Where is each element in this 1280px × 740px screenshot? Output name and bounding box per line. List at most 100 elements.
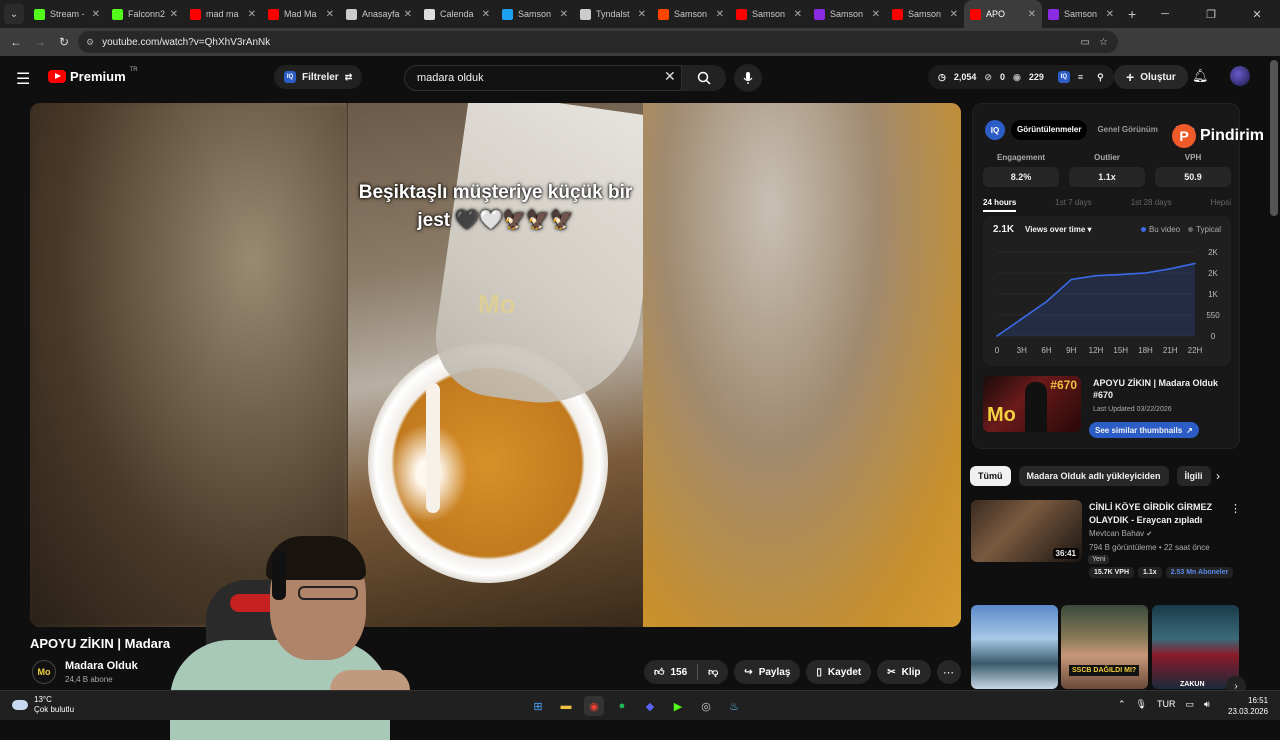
tab-close-icon[interactable]: ✕	[950, 9, 958, 20]
browser-tab-strip: ⌄ Stream - ✕ Falconn2 ✕ mad ma ✕ Mad Ma ✕ Anasay…	[0, 0, 1280, 28]
recommended-thumbnail[interactable]: 36:41	[971, 500, 1082, 562]
search-button[interactable]	[682, 65, 726, 91]
filters-button[interactable]: IQ Filtreler ⇄	[274, 65, 363, 89]
browser-tab[interactable]: Falconn2 ✕	[106, 0, 184, 28]
browser-tab[interactable]: Mad Ma ✕	[262, 0, 340, 28]
volume-icon[interactable]: 🔊︎	[1204, 699, 1210, 710]
spotify-icon[interactable]: ●	[612, 696, 632, 716]
like-icon[interactable]: 👍︎	[654, 666, 664, 678]
back-icon[interactable]: ←	[4, 35, 28, 49]
recommended-more-icon[interactable]: ⋮	[1230, 502, 1241, 515]
range-28d[interactable]: 1st 28 days	[1131, 198, 1172, 212]
tab-overview[interactable]: Genel Görünüm	[1091, 120, 1163, 140]
tab-close-icon[interactable]: ✕	[482, 9, 490, 20]
close-window-icon[interactable]: ✕	[1234, 8, 1280, 21]
tab-close-icon[interactable]: ✕	[794, 9, 802, 20]
mic-tray-icon[interactable]: 🎙︎	[1136, 699, 1147, 710]
tab-close-icon[interactable]: ✕	[638, 9, 646, 20]
list-icon[interactable]: ≡	[1078, 72, 1083, 82]
tab-close-icon[interactable]: ✕	[1106, 9, 1114, 20]
tab-close-icon[interactable]: ✕	[404, 9, 412, 20]
network-icon[interactable]: ▭	[1185, 699, 1194, 710]
chips-next-icon[interactable]: ›	[1216, 469, 1220, 483]
channel-name[interactable]: Madara Olduk	[65, 660, 138, 672]
browser-tab[interactable]: Samson ✕	[886, 0, 964, 28]
browser-tab[interactable]: mad ma ✕	[184, 0, 262, 28]
more-actions-button[interactable]: ⋯	[936, 660, 961, 684]
see-similar-thumbnails-button[interactable]: See similar thumbnails ↗	[1089, 422, 1199, 438]
recommended-channel[interactable]: Mevtcan Bahav ✔	[1089, 529, 1152, 538]
range-all[interactable]: Hepsi	[1211, 198, 1231, 212]
page-scrollbar[interactable]	[1270, 60, 1278, 216]
clear-search-icon[interactable]: ✕	[664, 68, 676, 85]
tray-overflow-icon[interactable]: ⌃	[1118, 699, 1126, 710]
tab-close-icon[interactable]: ✕	[872, 9, 880, 20]
app-icon[interactable]: ▶	[668, 696, 688, 716]
tab-close-icon[interactable]: ✕	[248, 9, 256, 20]
tab-close-icon[interactable]: ✕	[92, 9, 100, 20]
tab-close-icon[interactable]: ✕	[326, 9, 334, 20]
range-24h[interactable]: 24 hours	[983, 198, 1017, 212]
search-input[interactable]: madara olduk	[404, 65, 682, 91]
bookmark-star-icon[interactable]: ☆	[1099, 37, 1108, 48]
tab-close-icon[interactable]: ✕	[1028, 9, 1036, 20]
forward-icon[interactable]: →	[28, 35, 52, 49]
new-tab-button[interactable]: +	[1128, 6, 1136, 22]
tab-views[interactable]: Görüntülenmeler	[1011, 120, 1088, 140]
youtube-logo[interactable]: Premium TR	[48, 67, 138, 84]
hamburger-menu-icon[interactable]: ☰	[16, 69, 30, 89]
cast-icon[interactable]: ▭	[1081, 37, 1090, 48]
browser-tab[interactable]: Samson ✕	[1042, 0, 1120, 28]
save-button[interactable]: ▯ Kaydet	[806, 660, 872, 684]
file-explorer-icon[interactable]: ▬	[556, 696, 576, 716]
browser-tab[interactable]: Tyndalst ✕	[574, 0, 652, 28]
thumbnail-preview[interactable]: #670 Mo	[983, 376, 1081, 432]
discord-icon[interactable]: ◆	[640, 696, 660, 716]
recommended-thumbnail[interactable]: SSCB DAĞILDI MI?	[1061, 605, 1148, 689]
browser-tab[interactable]: Stream - ✕	[28, 0, 106, 28]
steam-icon[interactable]: ♨	[724, 696, 744, 716]
tab-close-icon[interactable]: ✕	[560, 9, 568, 20]
chip-all[interactable]: Tümü	[970, 466, 1011, 486]
chip-from-uploader[interactable]: Madara Olduk adlı yükleyiciden	[1018, 466, 1169, 486]
maximize-icon[interactable]: ❐	[1188, 8, 1234, 21]
language-indicator[interactable]: TUR	[1157, 699, 1176, 710]
reload-icon[interactable]: ↻	[52, 35, 76, 49]
site-info-icon[interactable]: ⚙	[86, 37, 94, 48]
browser-tab[interactable]: Samson ✕	[808, 0, 886, 28]
channel-avatar[interactable]: Mo	[32, 660, 56, 684]
url-bar[interactable]: ⚙ youtube.com/watch?v=QhXhV3rAnNk ☆ ▭	[78, 31, 1118, 53]
tab-close-icon[interactable]: ✕	[716, 9, 724, 20]
notifications-bell-icon[interactable]: 🔔︎	[1192, 68, 1209, 84]
weather-widget[interactable]: 13°C Çok bulutlu	[12, 695, 74, 715]
like-count[interactable]: 156	[670, 667, 687, 678]
clip-button[interactable]: ✂ Klip	[877, 660, 931, 684]
chrome-icon[interactable]: ◉	[584, 696, 604, 716]
dislike-icon[interactable]: 👎︎	[708, 666, 718, 678]
range-7d[interactable]: 1st 7 days	[1055, 198, 1091, 212]
obs-icon[interactable]: ◎	[696, 696, 716, 716]
y-tick-label: 2K	[1208, 248, 1218, 257]
pin-icon[interactable]: ⚲	[1097, 72, 1104, 83]
recommended-thumbnail[interactable]: ZAKUN	[1152, 605, 1239, 689]
browser-tab[interactable]: Calenda ✕	[418, 0, 496, 28]
browser-tab[interactable]: Samson ✕	[730, 0, 808, 28]
browser-tab[interactable]: Anasayfa ✕	[340, 0, 418, 28]
share-button[interactable]: ↪ Paylaş	[734, 660, 801, 684]
tab-search-button[interactable]: ⌄	[4, 4, 24, 24]
recommended-title[interactable]: CİNLİ KÖYE GİRDİK GİRMEZ OLAYDIK - Erayc…	[1089, 501, 1219, 527]
chip-related[interactable]: İlgili	[1176, 466, 1211, 486]
tab-close-icon[interactable]: ✕	[170, 9, 178, 20]
minimize-icon[interactable]: ─	[1142, 8, 1188, 20]
blurred-background-right	[643, 103, 961, 627]
browser-tab[interactable]: Samson ✕	[652, 0, 730, 28]
taskbar-clock[interactable]: 16:51 23.03.2026	[1228, 695, 1268, 717]
browser-tab[interactable]: Samson ✕	[496, 0, 574, 28]
browser-tab[interactable]: APO ✕	[964, 0, 1042, 28]
windows-start-icon[interactable]: ⊞	[528, 696, 548, 716]
voice-search-button[interactable]	[734, 64, 762, 92]
account-avatar[interactable]	[1230, 66, 1250, 86]
recommended-thumbnail[interactable]	[971, 605, 1058, 689]
create-button[interactable]: + Oluştur	[1114, 65, 1188, 89]
iq-icon[interactable]: IQ	[1057, 71, 1070, 83]
